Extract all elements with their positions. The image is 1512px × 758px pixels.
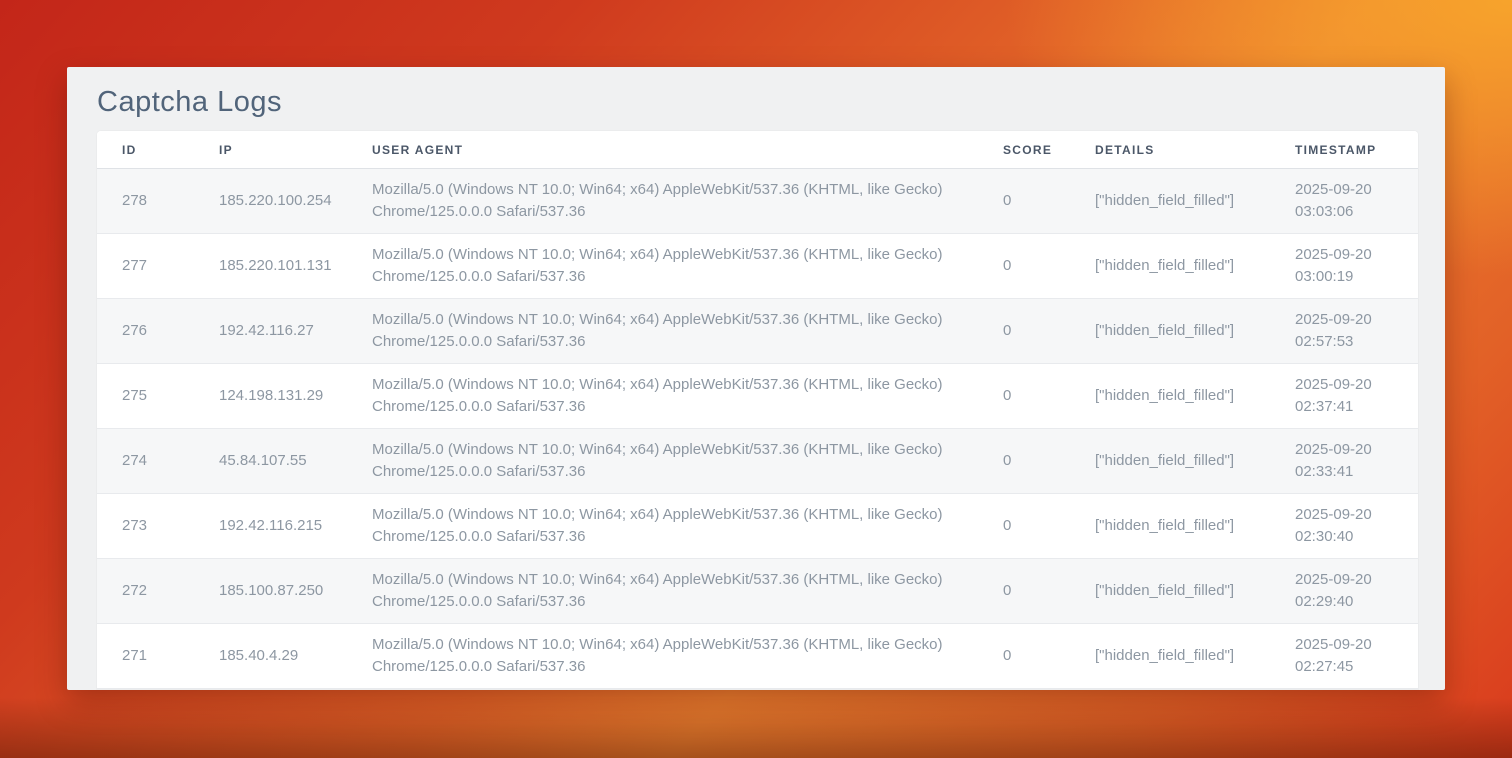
captcha-logs-card: Captcha Logs IDIPUSER AGENTSCOREDETAILST… <box>67 67 1445 690</box>
cell-timestamp: 2025-09-20 02:33:41 <box>1295 429 1418 494</box>
cell-user_agent: Mozilla/5.0 (Windows NT 10.0; Win64; x64… <box>372 299 1003 364</box>
cell-user_agent: Mozilla/5.0 (Windows NT 10.0; Win64; x64… <box>372 169 1003 234</box>
cell-timestamp: 2025-09-20 02:57:53 <box>1295 299 1418 364</box>
cell-user_agent: Mozilla/5.0 (Windows NT 10.0; Win64; x64… <box>372 429 1003 494</box>
cell-ip: 192.42.116.27 <box>219 299 372 364</box>
cell-score: 0 <box>1003 364 1095 429</box>
cell-user_agent: Mozilla/5.0 (Windows NT 10.0; Win64; x64… <box>372 624 1003 689</box>
cell-id: 274 <box>97 429 219 494</box>
table-header-row: IDIPUSER AGENTSCOREDETAILSTIMESTAMP <box>97 131 1418 169</box>
table-row: 271185.40.4.29Mozilla/5.0 (Windows NT 10… <box>97 624 1418 689</box>
cell-user_agent: Mozilla/5.0 (Windows NT 10.0; Win64; x64… <box>372 559 1003 624</box>
cell-id: 271 <box>97 624 219 689</box>
cell-ip: 185.220.100.254 <box>219 169 372 234</box>
cell-timestamp: 2025-09-20 02:27:45 <box>1295 624 1418 689</box>
cell-timestamp: 2025-09-20 03:00:19 <box>1295 234 1418 299</box>
cell-score: 0 <box>1003 169 1095 234</box>
page-background: Captcha Logs IDIPUSER AGENTSCOREDETAILST… <box>0 0 1512 758</box>
cell-timestamp: 2025-09-20 02:37:41 <box>1295 364 1418 429</box>
cell-details: ["hidden_field_filled"] <box>1095 624 1295 689</box>
cell-ip: 192.42.116.215 <box>219 494 372 559</box>
cell-timestamp: 2025-09-20 03:03:06 <box>1295 169 1418 234</box>
cell-id: 275 <box>97 364 219 429</box>
cell-ip: 185.220.101.131 <box>219 234 372 299</box>
column-header-user_agent: USER AGENT <box>372 131 1003 169</box>
table-row: 27445.84.107.55Mozilla/5.0 (Windows NT 1… <box>97 429 1418 494</box>
cell-score: 0 <box>1003 234 1095 299</box>
cell-ip: 185.100.87.250 <box>219 559 372 624</box>
cell-score: 0 <box>1003 429 1095 494</box>
cell-timestamp: 2025-09-20 02:29:40 <box>1295 559 1418 624</box>
page-title: Captcha Logs <box>67 67 1445 121</box>
table-row: 278185.220.100.254Mozilla/5.0 (Windows N… <box>97 169 1418 234</box>
cell-details: ["hidden_field_filled"] <box>1095 559 1295 624</box>
cell-user_agent: Mozilla/5.0 (Windows NT 10.0; Win64; x64… <box>372 234 1003 299</box>
cell-score: 0 <box>1003 299 1095 364</box>
column-header-score: SCORE <box>1003 131 1095 169</box>
logs-table: IDIPUSER AGENTSCOREDETAILSTIMESTAMP 2781… <box>97 131 1418 689</box>
cell-user_agent: Mozilla/5.0 (Windows NT 10.0; Win64; x64… <box>372 364 1003 429</box>
cell-score: 0 <box>1003 494 1095 559</box>
cell-timestamp: 2025-09-20 02:30:40 <box>1295 494 1418 559</box>
table-body: 278185.220.100.254Mozilla/5.0 (Windows N… <box>97 169 1418 689</box>
column-header-ip: IP <box>219 131 372 169</box>
logs-table-container: IDIPUSER AGENTSCOREDETAILSTIMESTAMP 2781… <box>97 131 1418 689</box>
cell-id: 278 <box>97 169 219 234</box>
cell-details: ["hidden_field_filled"] <box>1095 234 1295 299</box>
cell-details: ["hidden_field_filled"] <box>1095 169 1295 234</box>
column-header-details: DETAILS <box>1095 131 1295 169</box>
cell-score: 0 <box>1003 559 1095 624</box>
cell-score: 0 <box>1003 624 1095 689</box>
cell-ip: 45.84.107.55 <box>219 429 372 494</box>
cell-user_agent: Mozilla/5.0 (Windows NT 10.0; Win64; x64… <box>372 494 1003 559</box>
table-head: IDIPUSER AGENTSCOREDETAILSTIMESTAMP <box>97 131 1418 169</box>
cell-details: ["hidden_field_filled"] <box>1095 429 1295 494</box>
column-header-id: ID <box>97 131 219 169</box>
cell-ip: 124.198.131.29 <box>219 364 372 429</box>
column-header-timestamp: TIMESTAMP <box>1295 131 1418 169</box>
cell-id: 272 <box>97 559 219 624</box>
cell-ip: 185.40.4.29 <box>219 624 372 689</box>
cell-details: ["hidden_field_filled"] <box>1095 299 1295 364</box>
cell-id: 276 <box>97 299 219 364</box>
cell-id: 273 <box>97 494 219 559</box>
cell-id: 277 <box>97 234 219 299</box>
cell-details: ["hidden_field_filled"] <box>1095 364 1295 429</box>
table-row: 273192.42.116.215Mozilla/5.0 (Windows NT… <box>97 494 1418 559</box>
table-row: 276192.42.116.27Mozilla/5.0 (Windows NT … <box>97 299 1418 364</box>
table-row: 275124.198.131.29Mozilla/5.0 (Windows NT… <box>97 364 1418 429</box>
cell-details: ["hidden_field_filled"] <box>1095 494 1295 559</box>
table-row: 272185.100.87.250Mozilla/5.0 (Windows NT… <box>97 559 1418 624</box>
table-row: 277185.220.101.131Mozilla/5.0 (Windows N… <box>97 234 1418 299</box>
